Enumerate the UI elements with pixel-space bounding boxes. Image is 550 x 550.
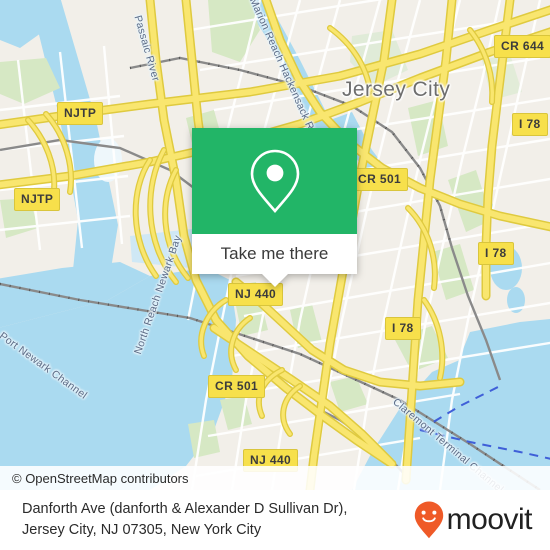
road-shield-njtp-north[interactable]: NJTP xyxy=(57,102,104,125)
road-shield-i-78-south[interactable]: I 78 xyxy=(385,317,421,340)
popup-pointer xyxy=(261,274,288,287)
map-pin-icon xyxy=(250,149,299,214)
road-shield-cr-501-south[interactable]: CR 501 xyxy=(208,375,266,398)
road-shield-njtp-south[interactable]: NJTP xyxy=(14,188,61,211)
footer-bar: Danforth Ave (danforth & Alexander D Sul… xyxy=(0,490,550,550)
moovit-pin-logo-icon xyxy=(414,501,443,539)
moovit-brand[interactable]: moovit xyxy=(414,501,550,539)
moovit-map-screenshot: Jersey City Passaic River Marion Reach H… xyxy=(0,0,550,550)
map-attribution-bar: © OpenStreetMap contributors xyxy=(0,466,550,490)
road-shield-cr-501-north[interactable]: CR 501 xyxy=(351,168,409,191)
map-canvas[interactable]: Jersey City Passaic River Marion Reach H… xyxy=(0,0,550,490)
road-shield-i-78-east[interactable]: I 78 xyxy=(478,242,514,265)
popup-header xyxy=(192,128,357,234)
location-popup-card[interactable]: Take me there xyxy=(192,128,357,287)
take-me-there-label: Take me there xyxy=(220,244,329,263)
address-line-1: Danforth Ave (danforth & Alexander D Sul… xyxy=(22,500,348,517)
road-shield-i-78-north[interactable]: I 78 xyxy=(512,113,548,136)
take-me-there-button[interactable]: Take me there xyxy=(192,234,357,274)
moovit-wordmark: moovit xyxy=(446,503,533,536)
address-block: Danforth Ave (danforth & Alexander D Sul… xyxy=(0,499,414,541)
attribution-text[interactable]: © OpenStreetMap contributors xyxy=(12,471,189,486)
road-shield-cr-644[interactable]: CR 644 xyxy=(494,35,550,58)
address-line-2: Jersey City, NJ 07305, New York City xyxy=(22,522,262,538)
